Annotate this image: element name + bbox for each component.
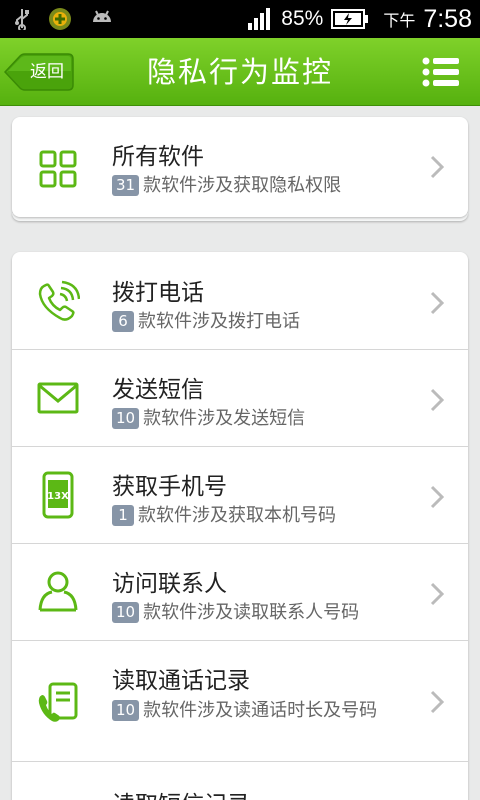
battery-icon <box>331 9 369 29</box>
notification-icons <box>14 7 114 31</box>
item-description: 款软件涉及读通话时长及号码 <box>143 700 378 721</box>
item-description: 款软件涉及获取隐私权限 <box>143 175 342 196</box>
all-apps-card[interactable]: 所有软件 31 款软件涉及获取隐私权限 <box>12 117 468 217</box>
mobile-number-icon: 13X <box>42 471 74 519</box>
contacts-icon <box>38 571 78 612</box>
item-subtitle: 10 款软件涉及读通话时长及号码 <box>112 699 412 723</box>
chevron-right-icon <box>430 291 444 315</box>
permission-list: 拨打电话 6 款软件涉及拨打电话 发送短信 10 款软件涉及发送短信 13X 获取手… <box>12 252 468 800</box>
item-subtitle: 1 款软件涉及获取本机号码 <box>112 504 412 528</box>
item-description: 款软件涉及拨打电话 <box>138 311 300 332</box>
chevron-right-icon <box>430 582 444 606</box>
count-badge: 1 <box>112 505 134 526</box>
list-item-phone-call[interactable]: 拨打电话 6 款软件涉及拨打电话 <box>12 252 468 350</box>
count-badge: 10 <box>112 602 140 623</box>
grid-icon <box>39 150 77 188</box>
mobile-icon-text: 13X <box>47 491 69 502</box>
list-item-contacts[interactable]: 访问联系人 10 款软件涉及读取联系人号码 <box>12 544 468 641</box>
item-description: 款软件涉及获取本机号码 <box>138 505 336 526</box>
item-subtitle: 31 款软件涉及获取隐私权限 <box>112 174 412 198</box>
phone-call-icon <box>38 280 80 321</box>
battery-percent: 85% <box>281 7 324 30</box>
chevron-right-icon <box>430 388 444 412</box>
count-badge: 10 <box>112 408 140 429</box>
status-bar: 85% 下午 7:58 <box>0 0 480 38</box>
list-item-sms-log[interactable]: 读取短信记录 <box>12 762 468 800</box>
item-title: 访问联系人 <box>112 571 227 597</box>
count-badge: 10 <box>112 700 140 721</box>
item-title: 读取短信记录 <box>112 785 250 800</box>
time-ampm: 下午 <box>383 13 416 30</box>
item-subtitle: 10 款软件涉及发送短信 <box>112 407 412 431</box>
chevron-right-icon <box>430 485 444 509</box>
item-title: 读取通话记录 <box>112 668 250 694</box>
count-badge: 31 <box>112 175 140 196</box>
item-description: 款软件涉及读取联系人号码 <box>143 602 360 623</box>
envelope-icon <box>37 382 79 414</box>
item-title: 发送短信 <box>112 377 204 403</box>
item-subtitle: 6 款软件涉及拨打电话 <box>112 310 412 334</box>
chevron-right-icon <box>430 690 444 714</box>
clock: 7:58 <box>423 4 472 33</box>
list-item-call-log[interactable]: 读取通话记录 10 款软件涉及读通话时长及号码 <box>12 641 468 762</box>
list-item-send-sms[interactable]: 发送短信 10 款软件涉及发送短信 <box>12 350 468 447</box>
usb-icon <box>15 9 29 30</box>
count-badge: 6 <box>112 311 134 332</box>
call-log-icon <box>38 682 78 722</box>
item-title: 所有软件 <box>112 144 204 170</box>
android-icon <box>93 10 111 22</box>
item-title: 拨打电话 <box>112 280 204 306</box>
app-notification-icon <box>49 8 71 30</box>
item-subtitle: 10 款软件涉及读取联系人号码 <box>112 601 412 625</box>
menu-icon[interactable] <box>422 57 460 87</box>
page-title: 隐私行为监控 <box>146 55 333 89</box>
list-item-phone-number[interactable]: 13X 获取手机号 1 款软件涉及获取本机号码 <box>12 447 468 544</box>
item-title: 获取手机号 <box>112 474 227 500</box>
chevron-right-icon <box>430 155 444 179</box>
item-description: 款软件涉及发送短信 <box>143 408 306 429</box>
app-header: 返回 隐私行为监控 <box>0 38 480 106</box>
signal-icon <box>248 8 271 30</box>
list-item-all-apps[interactable]: 所有软件 31 款软件涉及获取隐私权限 <box>12 117 468 217</box>
